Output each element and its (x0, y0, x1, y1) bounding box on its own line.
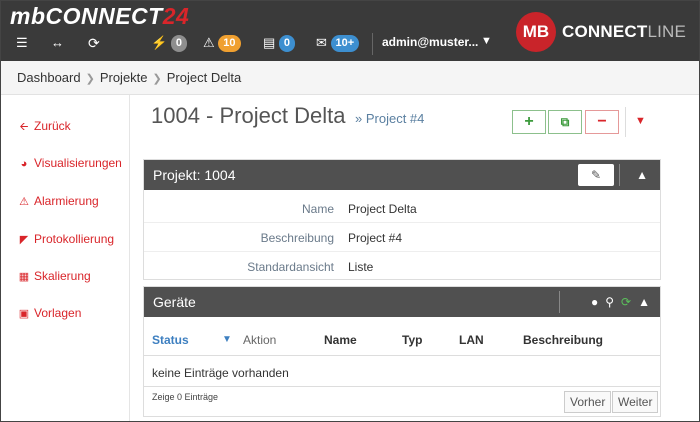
sidebar-item-visualisierungen[interactable]: ◕ Visualisierungen (17, 156, 122, 170)
flash-badge: 0 (170, 35, 187, 53)
column-header-beschreibung[interactable]: Beschreibung (523, 333, 603, 347)
table-footer-divider (144, 386, 660, 387)
brand-name: CONNECTLINE (562, 22, 687, 41)
header-divider (559, 291, 560, 313)
delete-button[interactable]: − (585, 110, 619, 134)
sidebar-divider (129, 95, 130, 421)
copy-icon: ⧉ (560, 115, 570, 129)
next-page-button[interactable]: Weiter (612, 391, 659, 413)
server-notifications[interactable]: ▤ 0 (263, 34, 296, 53)
topbar-divider (372, 33, 373, 55)
calculator-icon: ▦ (18, 271, 30, 283)
column-header-status[interactable]: Status (152, 333, 189, 347)
caret-down-icon[interactable]: ▼ (635, 115, 646, 127)
breadcrumb-projekte[interactable]: Projekte (100, 70, 148, 85)
chevron-right-icon: ❯ (152, 73, 162, 85)
caret-down-icon[interactable]: ▼ (481, 35, 492, 47)
refresh-icon[interactable]: ⟳ (621, 295, 631, 309)
warning-badge: 10 (218, 35, 241, 53)
column-header-name[interactable]: Name (324, 333, 357, 347)
app-logo[interactable]: mbCONNECT24 (10, 3, 189, 30)
field-row-standardansicht: Standardansicht Liste (144, 252, 660, 281)
column-header-aktion: Aktion (243, 333, 277, 347)
server-badge: 0 (278, 35, 296, 53)
field-label: Name (301, 202, 334, 216)
dashboard-icon: ◕ (20, 158, 28, 170)
breadcrumb: Dashboard ❯ Projekte ❯ Project Delta (1, 61, 699, 95)
devices-panel-tools: ● ⚲ ⟳ ▲ (584, 287, 650, 317)
field-row-name: Name Project Delta (144, 194, 660, 223)
field-value: Liste (348, 260, 374, 274)
breadcrumb-current: Project Delta (166, 70, 242, 85)
sidebar-item-back[interactable]: 🡨 Zurück (17, 118, 71, 137)
envelope-icon: ✉ (316, 35, 327, 50)
header-divider (619, 164, 620, 186)
project-panel-header: Projekt: 1004 ✎ ▲ (144, 160, 660, 190)
devices-panel: Geräte ● ⚲ ⟳ ▲ Status ▼ Aktion Name Typ LAN… (143, 286, 661, 417)
app-frame: mbCONNECT24 ☰ ↔ ⟳ ⚡ 0 ⚠ 10 ▤ 0 ✉ 10+ adm… (0, 0, 700, 422)
brand-badge: MB (516, 12, 556, 52)
edit-button[interactable]: ✎ (578, 164, 614, 186)
messages-badge: 10+ (330, 35, 360, 53)
copy-button[interactable]: ⧉ (548, 110, 582, 134)
empty-table-message: keine Einträge vorhanden (152, 366, 289, 380)
previous-page-button[interactable]: Vorher (564, 391, 612, 413)
breadcrumb-dashboard[interactable]: Dashboard (17, 70, 81, 85)
menu-icon[interactable]: ☰ (16, 34, 28, 52)
sidebar-item-protokollierung[interactable]: ◤ Protokollierung (17, 232, 114, 246)
map-marker-icon[interactable]: ● (591, 295, 598, 309)
column-header-lan[interactable]: LAN (459, 333, 484, 347)
table-header-divider (144, 355, 660, 356)
sidebar-item-vorlagen[interactable]: ▣ Vorlagen (17, 306, 82, 320)
user-menu[interactable]: admin@muster... (382, 35, 478, 49)
area-chart-icon: ◤ (19, 234, 29, 246)
flash-icon: ⚡ (151, 35, 168, 50)
flash-notifications[interactable]: ⚡ 0 (151, 34, 187, 53)
chevron-up-icon[interactable]: ▲ (636, 160, 648, 190)
server-icon: ▤ (263, 35, 276, 50)
sidebar-item-skalierung[interactable]: ▦ Skalierung (17, 269, 91, 283)
sidebar-item-alarmierung[interactable]: ⚠ Alarmierung (17, 194, 99, 208)
search-icon[interactable]: ⚲ (605, 295, 614, 309)
expand-icon[interactable]: ↔ (51, 34, 64, 52)
field-label: Beschreibung (260, 231, 334, 245)
minus-icon: − (597, 113, 607, 130)
sidebar: 🡨 Zurück ◕ Visualisierungen ⚠ Alarmierung ◤… (1, 95, 129, 421)
column-header-typ[interactable]: Typ (402, 333, 422, 347)
add-button[interactable]: + (512, 110, 546, 134)
arrow-left-icon: 🡨 (19, 121, 29, 133)
top-bar: mbCONNECT24 ☰ ↔ ⟳ ⚡ 0 ⚠ 10 ▤ 0 ✉ 10+ adm… (1, 1, 699, 61)
devices-panel-header: Geräte ● ⚲ ⟳ ▲ (144, 287, 660, 317)
warning-icon: ⚠ (203, 35, 215, 50)
chevron-right-icon: ❯ (85, 73, 95, 85)
inbox-icon: ▣ (18, 308, 30, 320)
field-label: Standardansicht (247, 260, 334, 274)
page-subtitle: » Project #4 (355, 111, 425, 126)
field-row-beschreibung: Beschreibung Project #4 (144, 223, 660, 252)
field-value: Project #4 (348, 231, 403, 245)
project-panel: Projekt: 1004 ✎ ▲ Name Project Delta Bes… (143, 159, 661, 280)
chevron-up-icon[interactable]: ▲ (638, 295, 650, 309)
page-title: 1004 - Project Delta (151, 103, 346, 128)
project-panel-title: Projekt: 1004 (153, 167, 236, 183)
refresh-icon[interactable]: ⟳ (88, 34, 100, 52)
plus-icon: + (524, 113, 534, 130)
warning-icon: ⚠ (19, 196, 29, 208)
messages-notifications[interactable]: ✉ 10+ (316, 34, 360, 53)
warning-notifications[interactable]: ⚠ 10 (203, 34, 241, 53)
actions-divider (625, 107, 626, 137)
entry-count: Zeige 0 Einträge (152, 392, 219, 402)
devices-panel-title: Geräte (153, 294, 196, 310)
edit-icon: ✎ (590, 168, 602, 182)
field-value: Project Delta (348, 202, 417, 216)
sort-caret-icon[interactable]: ▼ (222, 334, 232, 345)
